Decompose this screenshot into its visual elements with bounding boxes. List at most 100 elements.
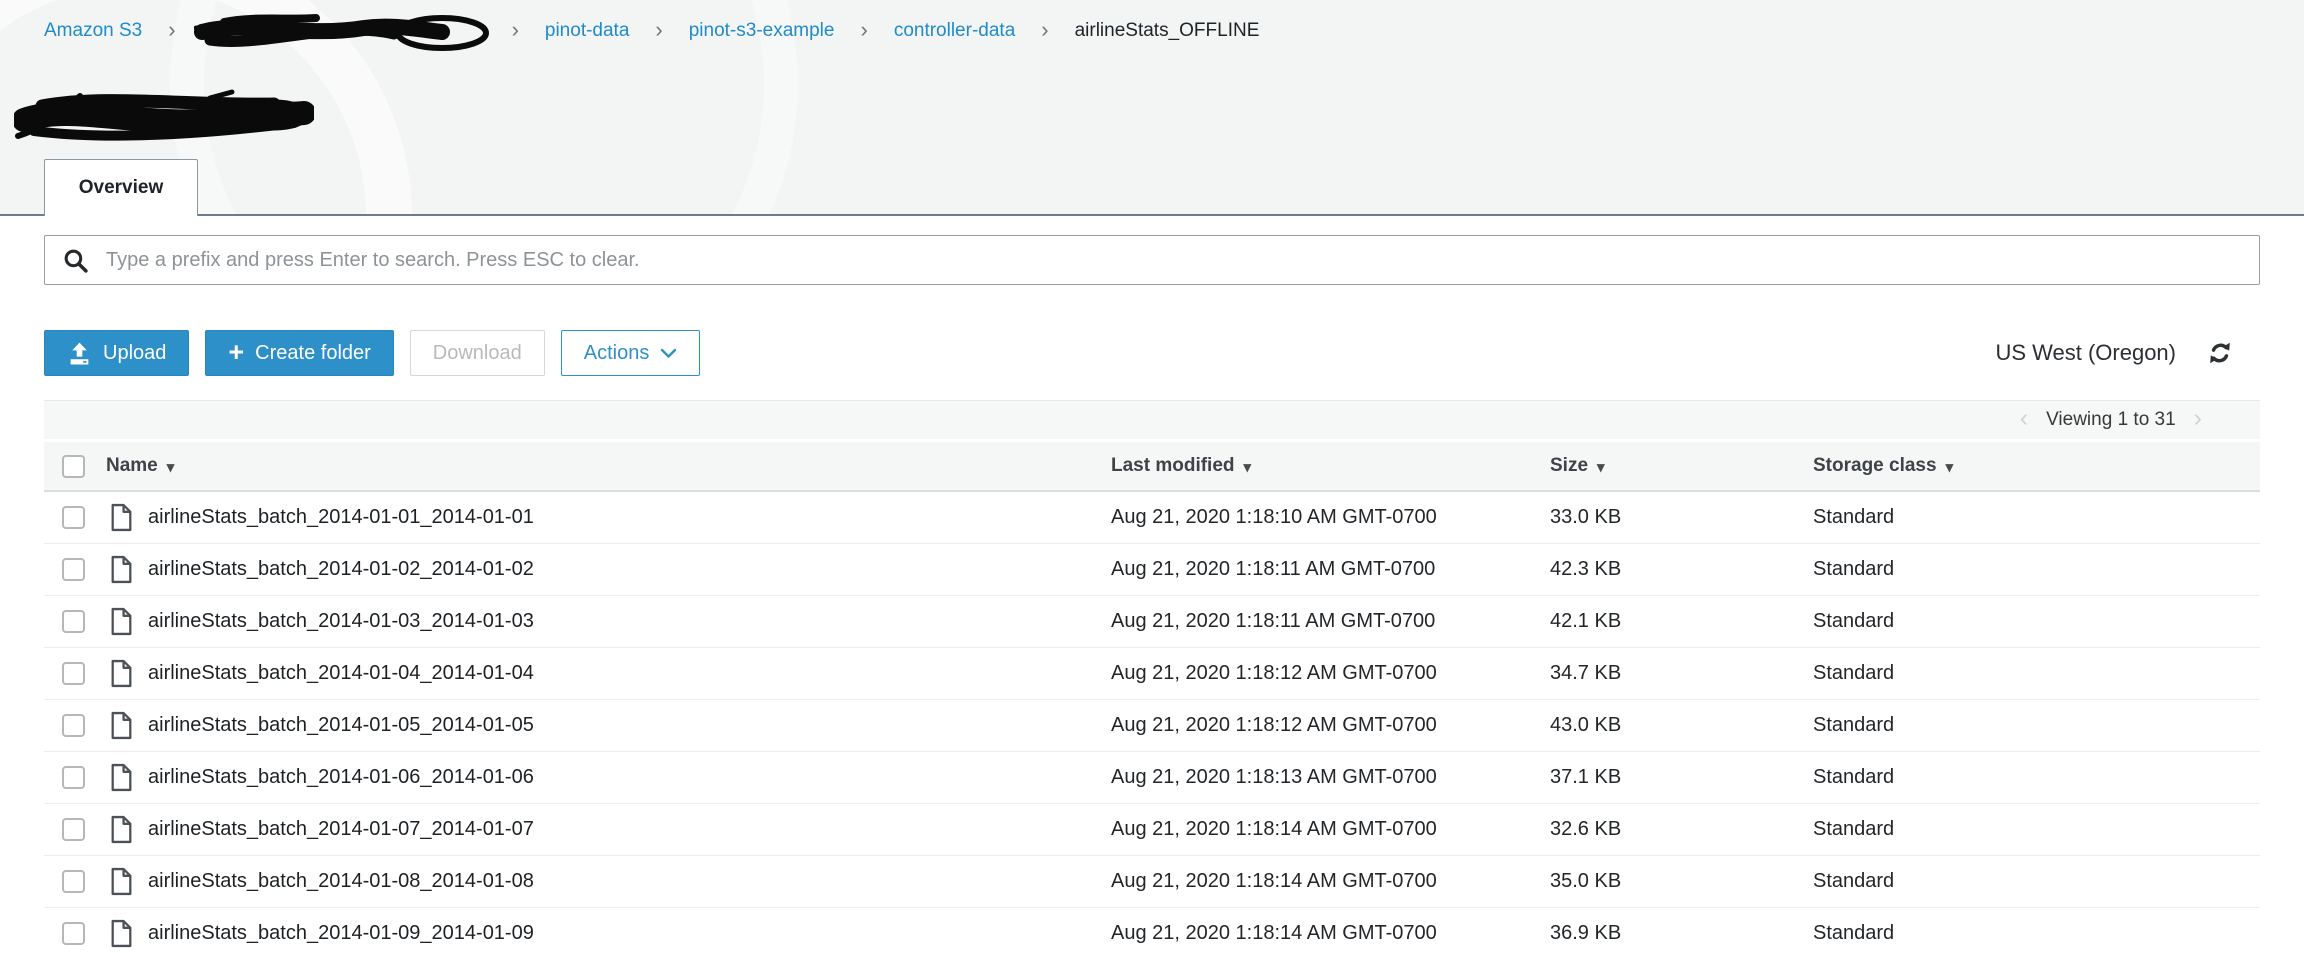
object-name-link[interactable]: airlineStats_batch_2014-01-01_2014-01-01 [148,506,534,529]
table-row: airlineStats_batch_2014-01-08_2014-01-08… [44,856,2260,908]
last-modified-cell: Aug 21, 2020 1:18:12 AM GMT-0700 [1111,714,1550,737]
column-last-modified-label: Last modified [1111,455,1235,477]
file-icon [110,607,133,636]
object-name-link[interactable]: airlineStats_batch_2014-01-03_2014-01-03 [148,610,534,633]
object-name-link[interactable]: airlineStats_batch_2014-01-07_2014-01-07 [148,818,534,841]
table-row: airlineStats_batch_2014-01-09_2014-01-09… [44,908,2260,953]
last-modified-cell: Aug 21, 2020 1:18:11 AM GMT-0700 [1111,610,1550,633]
select-all-checkbox[interactable] [62,455,85,478]
s3-console-page: Amazon S3 › › pinot-data › pinot-s3-exam… [0,0,2304,953]
row-checkbox-cell [44,610,96,633]
row-checkbox-cell [44,870,96,893]
page-header: Amazon S3 › › pinot-data › pinot-s3-exam… [0,0,2304,216]
toolbar: Upload + Create folder Download Actions … [44,330,2260,376]
storage-class-cell: Standard [1813,922,2260,945]
chevron-right-icon: › [1041,19,1048,41]
refresh-button[interactable] [2206,339,2234,367]
pagination-band: ‹ Viewing 1 to 31 › [44,400,2260,439]
upload-icon [67,341,92,366]
upload-button-label: Upload [103,342,166,365]
file-icon [110,659,133,688]
sort-caret-icon: ▾ [1946,458,1954,476]
file-icon [110,503,133,532]
download-button[interactable]: Download [410,330,545,376]
sort-by-last-modified[interactable]: Last modified ▾ [1111,455,1251,477]
column-storage-class-label: Storage class [1813,455,1937,477]
upload-button[interactable]: Upload [44,330,189,376]
object-name-link[interactable]: airlineStats_batch_2014-01-08_2014-01-08 [148,870,534,893]
file-icon [110,867,133,896]
table-row: airlineStats_batch_2014-01-06_2014-01-06… [44,752,2260,804]
object-name-cell: airlineStats_batch_2014-01-09_2014-01-09 [96,919,1111,948]
object-name-cell: airlineStats_batch_2014-01-07_2014-01-07 [96,815,1111,844]
table-header: Name ▾ Last modified ▾ Size ▾ Storage cl… [44,442,2260,492]
file-icon [110,763,133,792]
object-name-cell: airlineStats_batch_2014-01-06_2014-01-06 [96,763,1111,792]
breadcrumb-amazon-s3[interactable]: Amazon S3 [44,20,142,42]
size-cell: 32.6 KB [1550,818,1813,841]
file-icon [110,555,133,584]
row-checkbox[interactable] [62,870,85,893]
storage-class-cell: Standard [1813,870,2260,893]
size-cell: 43.0 KB [1550,714,1813,737]
object-name-cell: airlineStats_batch_2014-01-05_2014-01-05 [96,711,1111,740]
search-bar [44,235,2260,285]
size-cell: 37.1 KB [1550,766,1813,789]
column-header-last-modified: Last modified ▾ [1111,455,1550,477]
chevron-right-icon: › [168,19,175,41]
row-checkbox[interactable] [62,662,85,685]
viewing-range-label: Viewing 1 to 31 [2046,409,2176,431]
size-cell: 33.0 KB [1550,506,1813,529]
table-row: airlineStats_batch_2014-01-05_2014-01-05… [44,700,2260,752]
storage-class-cell: Standard [1813,818,2260,841]
object-name-cell: airlineStats_batch_2014-01-08_2014-01-08 [96,867,1111,896]
row-checkbox-cell [44,714,96,737]
redacted-bucket-title [14,86,314,144]
create-folder-button[interactable]: + Create folder [205,330,393,376]
size-cell: 35.0 KB [1550,870,1813,893]
plus-icon: + [228,339,244,366]
row-checkbox[interactable] [62,558,85,581]
sort-by-size[interactable]: Size ▾ [1550,455,1605,477]
object-name-link[interactable]: airlineStats_batch_2014-01-02_2014-01-02 [148,558,534,581]
breadcrumb-pinot-s3-example[interactable]: pinot-s3-example [689,20,835,42]
object-name-link[interactable]: airlineStats_batch_2014-01-06_2014-01-06 [148,766,534,789]
object-list: airlineStats_batch_2014-01-01_2014-01-01… [44,492,2260,953]
previous-page-icon[interactable]: ‹ [2020,406,2028,431]
table-row: airlineStats_batch_2014-01-03_2014-01-03… [44,596,2260,648]
row-checkbox[interactable] [62,610,85,633]
sort-caret-icon: ▾ [167,458,175,476]
breadcrumb: Amazon S3 › › pinot-data › pinot-s3-exam… [44,0,1259,62]
object-name-cell: airlineStats_batch_2014-01-02_2014-01-02 [96,555,1111,584]
search-input[interactable] [104,248,2242,273]
create-folder-button-label: Create folder [255,342,371,365]
row-checkbox-cell [44,818,96,841]
column-header-name: Name ▾ [96,455,1111,477]
chevron-right-icon: › [860,19,867,41]
chevron-right-icon: › [655,19,662,41]
breadcrumb-current-folder: airlineStats_OFFLINE [1075,20,1260,42]
row-checkbox[interactable] [62,766,85,789]
row-checkbox[interactable] [62,714,85,737]
sort-by-name[interactable]: Name ▾ [106,455,174,477]
breadcrumb-pinot-data[interactable]: pinot-data [545,20,630,42]
refresh-icon [2206,339,2234,367]
row-checkbox-cell [44,922,96,945]
tab-overview[interactable]: Overview [44,159,198,216]
row-checkbox[interactable] [62,818,85,841]
row-checkbox[interactable] [62,506,85,529]
table-row: airlineStats_batch_2014-01-07_2014-01-07… [44,804,2260,856]
actions-button[interactable]: Actions [561,330,701,376]
row-checkbox-cell [44,506,96,529]
content-area: Upload + Create folder Download Actions … [0,216,2304,953]
size-cell: 42.1 KB [1550,610,1813,633]
next-page-icon[interactable]: › [2194,406,2202,431]
object-name-link[interactable]: airlineStats_batch_2014-01-09_2014-01-09 [148,922,534,945]
sort-by-storage-class[interactable]: Storage class ▾ [1813,455,1953,477]
redacted-bucket-breadcrumb [194,8,494,54]
object-name-link[interactable]: airlineStats_batch_2014-01-04_2014-01-04 [148,662,534,685]
object-name-link[interactable]: airlineStats_batch_2014-01-05_2014-01-05 [148,714,534,737]
row-checkbox[interactable] [62,922,85,945]
toolbar-right: US West (Oregon) [1995,339,2260,367]
breadcrumb-controller-data[interactable]: controller-data [894,20,1015,42]
